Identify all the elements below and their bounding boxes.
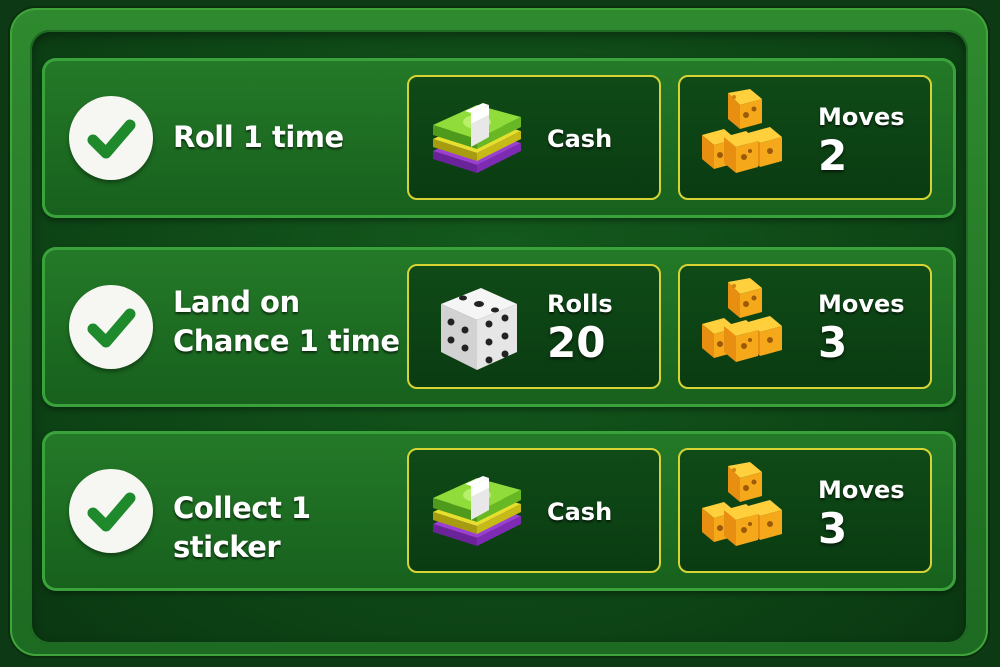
cash-stack-icon	[433, 103, 521, 173]
reward-count: 2	[818, 131, 848, 180]
reward-count: 20	[547, 318, 606, 367]
reward-name: Rolls	[547, 290, 613, 318]
reward-count: 3	[818, 504, 848, 553]
reward-box: Rolls 20	[407, 264, 661, 389]
quest-label: Collect 1 sticker	[173, 491, 311, 564]
reward-count: 3	[818, 318, 848, 367]
check-icon	[69, 285, 153, 369]
quest-row: Collect 1 sticker Cash Moves 3	[42, 431, 956, 591]
check-icon	[69, 96, 153, 180]
reward-box: Moves 3	[678, 448, 932, 573]
quest-row: Roll 1 time Cash Moves 2	[42, 58, 956, 218]
quest-label: Roll 1 time	[173, 120, 344, 154]
reward-box: Cash	[407, 75, 661, 200]
cheese-cubes-icon	[702, 278, 782, 362]
cheese-cubes-icon	[702, 462, 782, 546]
reward-box: Moves 3	[678, 264, 932, 389]
quest-label: Land on Chance 1 time	[173, 285, 400, 358]
reward-name: Moves	[818, 290, 905, 318]
reward-name: Moves	[818, 476, 905, 504]
check-icon	[69, 469, 153, 553]
cheese-cubes-icon	[702, 89, 782, 173]
reward-box: Cash	[407, 448, 661, 573]
dice-icon	[441, 288, 517, 370]
reward-name: Cash	[547, 498, 613, 526]
cash-stack-icon	[433, 476, 521, 546]
reward-name: Moves	[818, 103, 905, 131]
reward-name: Cash	[547, 125, 613, 153]
reward-box: Moves 2	[678, 75, 932, 200]
quest-row: Land on Chance 1 time Rolls 20 Moves 3	[42, 247, 956, 407]
